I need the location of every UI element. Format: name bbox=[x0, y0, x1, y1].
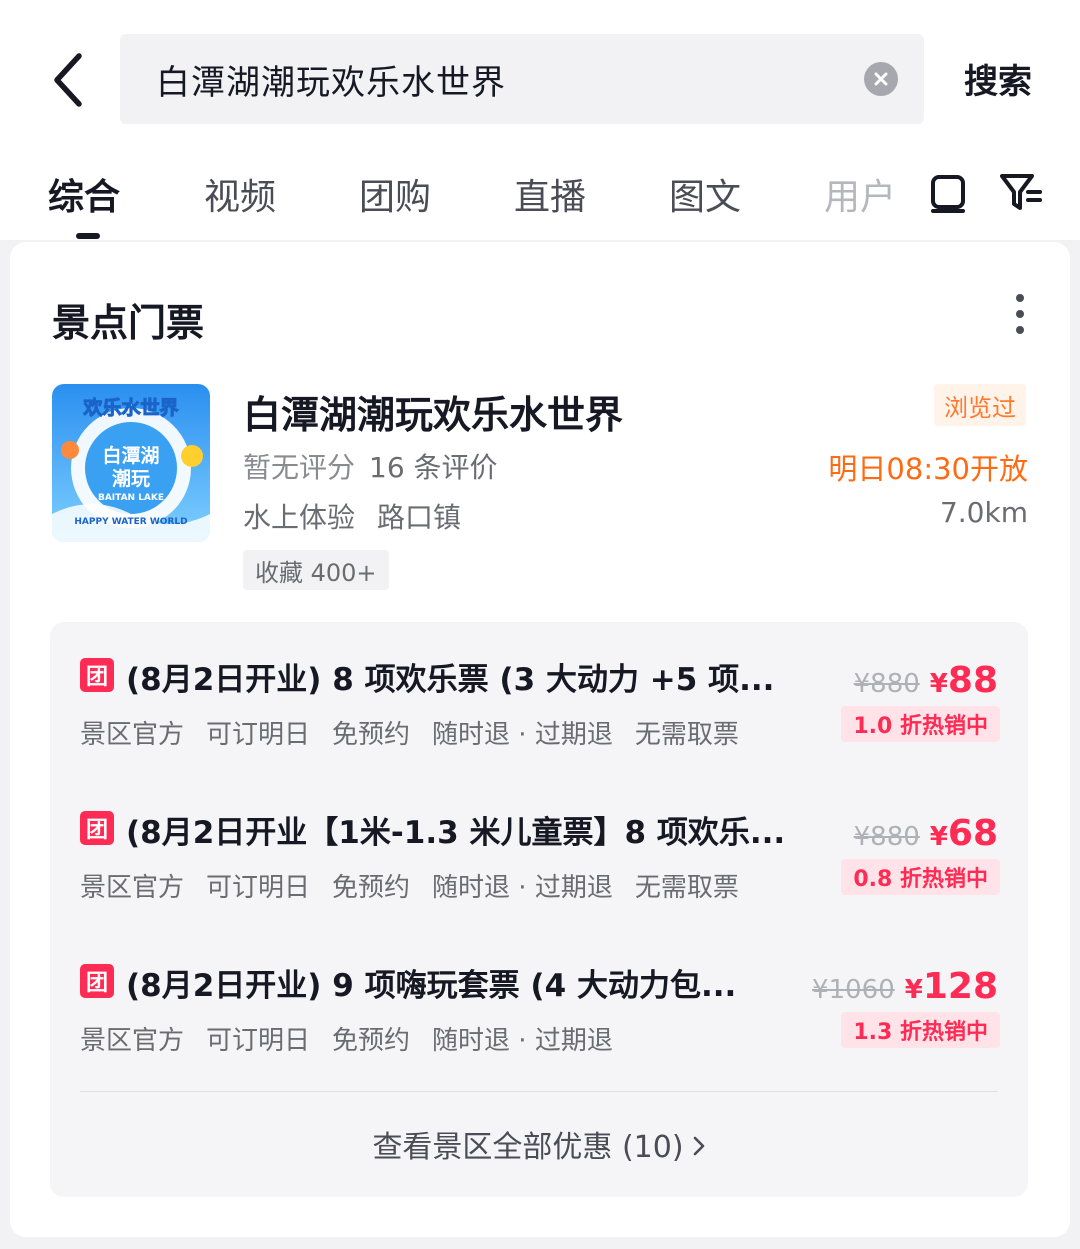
deal-tag: 随时退 · 过期退 bbox=[432, 873, 613, 903]
clear-search-button[interactable] bbox=[864, 62, 898, 96]
svg-text:白潭湖: 白潭湖 bbox=[102, 444, 159, 467]
tab-image-text[interactable]: 图文 bbox=[669, 168, 741, 220]
more-dot bbox=[1016, 310, 1024, 318]
svg-text:欢乐水世界: 欢乐水世界 bbox=[82, 396, 178, 419]
deal-tag: 随时退 · 过期退 bbox=[432, 1026, 613, 1056]
visited-badge: 浏览过 bbox=[934, 384, 1026, 426]
chevron-left-icon bbox=[54, 53, 82, 107]
open-time: 明日08:30开放 bbox=[828, 452, 1028, 486]
section-title: 景点门票 bbox=[52, 301, 205, 345]
tab-users[interactable]: 用户 bbox=[824, 168, 896, 220]
deal-item[interactable]: 团 (8月2日开业【1米-1.3 米儿童票】8 项欢乐... 景区官方 可订明日免… bbox=[50, 775, 1028, 905]
svg-text:BAITAN LAKE: BAITAN LAKE bbox=[98, 493, 164, 503]
more-options-button[interactable] bbox=[1006, 294, 1034, 334]
current-price: 68 bbox=[947, 813, 998, 854]
currency-symbol: ¥ bbox=[904, 975, 923, 1005]
deal-tag: 景区官方 bbox=[80, 873, 185, 903]
divider bbox=[80, 1091, 998, 1092]
discount-badge: 0.8 折热销中 bbox=[841, 859, 1000, 895]
currency-symbol: ¥ bbox=[929, 822, 948, 852]
tab-video[interactable]: 视频 bbox=[204, 168, 276, 220]
deal-item[interactable]: 团 (8月2日开业) 9 项嗨玩套票 (4 大动力包... 景区官方 可订明日 免预… bbox=[50, 928, 1028, 1058]
back-button[interactable] bbox=[40, 48, 96, 112]
deal-tag: 景区官方 bbox=[80, 1026, 185, 1056]
tab-comprehensive[interactable]: 综合 bbox=[48, 168, 120, 220]
original-price: ¥880 bbox=[853, 669, 920, 699]
deal-tags: 景区官方 可订明日 免预约 随时退 · 过期退 bbox=[80, 1020, 613, 1057]
deal-tag: 免预约 bbox=[332, 1026, 411, 1056]
tab-live[interactable]: 直播 bbox=[514, 168, 586, 220]
deal-tag: 无需取票 bbox=[634, 720, 739, 750]
svg-text:潮玩: 潮玩 bbox=[112, 468, 150, 490]
deal-tag: 无需取票 bbox=[634, 873, 739, 903]
search-button[interactable]: 搜索 bbox=[964, 54, 1032, 103]
deal-tag: 可订明日 bbox=[206, 873, 311, 903]
group-buy-badge: 团 bbox=[80, 658, 114, 692]
deal-tags: 景区官方 可订明日 免预约 随时退 · 过期退 无需取票 bbox=[80, 714, 739, 751]
close-icon bbox=[874, 72, 888, 86]
tab-group-buy[interactable]: 团购 bbox=[359, 168, 431, 220]
waterpark-logo-image: 欢乐水世界 白潭湖 潮玩 BAITAN LAKE HAPPY WATER WOR… bbox=[52, 384, 210, 542]
poi-tag: 水上体验 bbox=[243, 501, 356, 534]
deal-tags: 景区官方 可订明日 免预约 随时退 · 过期退 无需取票 bbox=[80, 867, 739, 904]
deal-title: (8月2日开业) 8 项欢乐票 (3 大动力 +5 项... bbox=[126, 662, 775, 698]
deal-tag: 可订明日 bbox=[206, 1026, 311, 1056]
active-tab-indicator bbox=[76, 233, 100, 239]
search-header: 白潭湖潮玩欢乐水世界 搜索 综合 视频 团购 直播 图文 用户 bbox=[0, 0, 1080, 240]
view-all-label: 查看景区全部优惠 (10) bbox=[372, 1130, 684, 1165]
poi-name[interactable]: 白潭湖潮玩欢乐水世界 bbox=[243, 384, 623, 439]
chevron-right-icon bbox=[693, 1136, 704, 1156]
current-price: 88 bbox=[947, 660, 998, 701]
poi-tags: 水上体验 路口镇 bbox=[243, 496, 461, 536]
price-row: ¥880 ¥ 88 bbox=[854, 660, 998, 701]
discount-badge: 1.3 折热销中 bbox=[841, 1012, 1000, 1048]
search-tabs: 综合 视频 团购 直播 图文 用户 bbox=[0, 160, 1080, 240]
phone-frame-icon[interactable] bbox=[924, 168, 972, 216]
original-price: ¥880 bbox=[853, 822, 920, 852]
deal-tag: 免预约 bbox=[332, 720, 411, 750]
poi-tag: 路口镇 bbox=[377, 501, 462, 534]
current-price: 128 bbox=[922, 966, 998, 1007]
poi-thumbnail[interactable]: 欢乐水世界 白潭湖 潮玩 BAITAN LAKE HAPPY WATER WOR… bbox=[52, 384, 210, 542]
search-query: 白潭湖潮玩欢乐水世界 bbox=[156, 62, 506, 103]
group-buy-badge: 团 bbox=[80, 811, 114, 845]
deal-tag: 可订明日 bbox=[206, 720, 311, 750]
filter-icon[interactable] bbox=[998, 168, 1046, 216]
price-row: ¥1060 ¥ 128 bbox=[812, 966, 998, 1007]
price-row: ¥880 ¥ 68 bbox=[854, 813, 998, 854]
view-all-deals-link[interactable]: 查看景区全部优惠 (10) bbox=[50, 1122, 1028, 1166]
group-buy-badge: 团 bbox=[80, 964, 114, 998]
currency-symbol: ¥ bbox=[929, 669, 948, 699]
distance: 7.0km bbox=[939, 496, 1028, 529]
rating-text: 暂无评分 bbox=[243, 451, 356, 484]
svg-text:HAPPY WATER WORLD: HAPPY WATER WORLD bbox=[74, 517, 187, 527]
deal-tag: 景区官方 bbox=[80, 720, 185, 750]
deal-tag: 免预约 bbox=[332, 873, 411, 903]
more-dot bbox=[1016, 326, 1024, 334]
original-price: ¥1060 bbox=[812, 975, 895, 1005]
search-input[interactable]: 白潭湖潮玩欢乐水世界 bbox=[120, 34, 924, 124]
favorites-chip: 收藏 400+ bbox=[243, 550, 389, 590]
deal-tag: 随时退 · 过期退 bbox=[432, 720, 613, 750]
poi-rating: 暂无评分 16 条评价 bbox=[243, 446, 498, 486]
deal-title: (8月2日开业) 9 项嗨玩套票 (4 大动力包... bbox=[126, 968, 737, 1004]
deals-list: 团 (8月2日开业) 8 项欢乐票 (3 大动力 +5 项... 景区官方 可订明… bbox=[50, 622, 1028, 1197]
more-dot bbox=[1016, 294, 1024, 302]
review-count[interactable]: 16 条评价 bbox=[369, 451, 498, 484]
discount-badge: 1.0 折热销中 bbox=[841, 706, 1000, 742]
deal-item[interactable]: 团 (8月2日开业) 8 项欢乐票 (3 大动力 +5 项... 景区官方 可订明… bbox=[50, 622, 1028, 752]
attraction-ticket-card: 景点门票 欢乐水世界 白潭湖 潮玩 BAITAN LAKE HAPPY WATE… bbox=[10, 242, 1070, 1237]
deal-title: (8月2日开业【1米-1.3 米儿童票】8 项欢乐... bbox=[126, 815, 786, 851]
